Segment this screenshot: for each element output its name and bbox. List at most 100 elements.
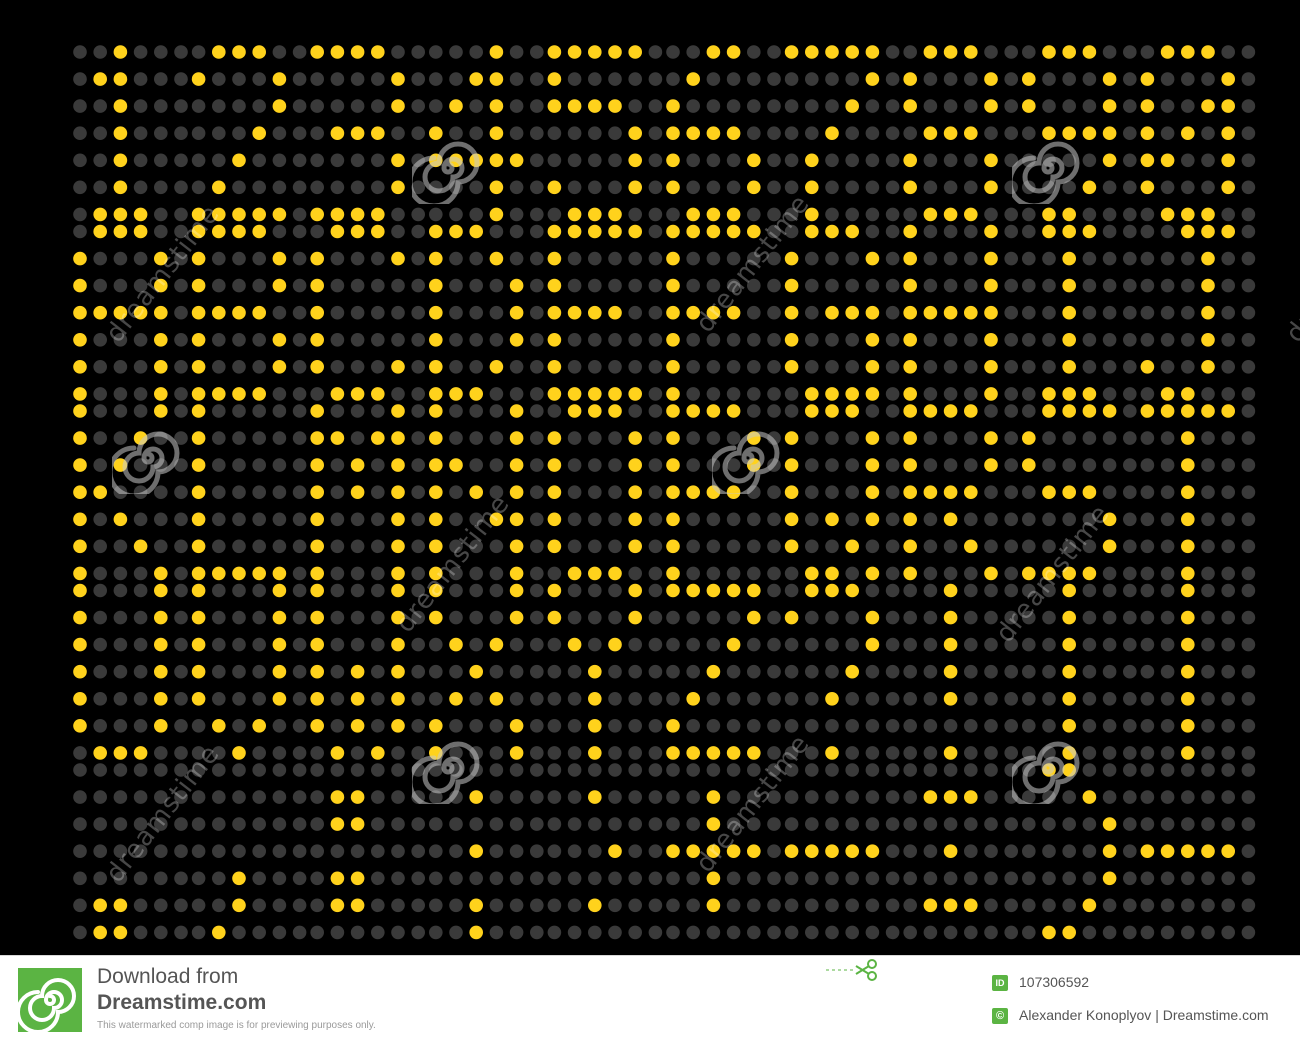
unlit-dot [133,458,148,472]
unlit-dot [411,360,426,374]
unlit-dot [608,746,622,760]
dreamstime-link[interactable]: Dreamstime.com [97,991,266,1015]
unlit-dot [767,333,781,347]
unlit-dot [530,898,544,913]
unlit-dot [845,485,859,500]
unlit-dot [805,925,819,940]
unlit-dot [330,485,345,500]
unlit-dot [1004,925,1018,940]
glyph-0-1 [191,45,307,222]
unlit-dot [784,637,799,652]
lit-dot [567,566,582,581]
unlit-dot [885,610,900,625]
unlit-dot [747,99,761,113]
lit-dot [666,224,680,239]
unlit-dot [93,763,107,777]
unlit-dot [964,431,978,445]
unlit-dot [113,404,128,418]
unlit-dot [1241,153,1256,168]
lit-dot [628,180,642,195]
unlit-dot [1241,485,1256,500]
unlit-dot [628,763,642,777]
lit-dot [805,45,819,59]
unlit-dot [628,898,642,913]
lit-dot [706,126,721,140]
unlit-dot [923,583,938,598]
unlit-dot [272,512,287,527]
unlit-dot [1201,925,1215,940]
lit-dot [706,871,721,886]
unlit-dot [73,844,87,858]
unlit-dot [1022,763,1036,777]
unlit-dot [330,251,345,266]
unlit-dot [588,458,602,472]
lit-dot [272,333,287,347]
unlit-dot [805,692,819,706]
lit-dot [310,45,325,59]
unlit-dot [191,153,206,168]
unlit-dot [330,719,345,733]
unlit-dot [648,404,663,418]
lit-dot [747,180,761,195]
unlit-dot [1022,664,1036,679]
lit-dot [984,153,998,168]
glyph-0-9 [1140,45,1256,222]
lit-dot [984,305,998,320]
lit-dot [489,692,504,706]
unlit-dot [371,790,385,804]
unlit-dot [923,692,938,706]
unlit-dot [154,458,168,472]
unlit-dot [530,539,544,554]
unlit-dot [292,404,307,418]
unlit-dot [212,404,226,418]
unlit-dot [964,360,978,374]
lit-dot [726,207,741,222]
unlit-dot [330,404,345,418]
unlit-dot [530,153,544,168]
unlit-dot [252,790,266,804]
unlit-dot [1022,305,1036,320]
unlit-dot [1181,72,1195,86]
unlit-dot [805,898,819,913]
lit-dot [73,485,87,500]
unlit-dot [567,278,582,293]
unlit-dot [1004,539,1018,554]
lit-dot [588,305,602,320]
unlit-dot [371,664,385,679]
lit-dot [805,404,819,418]
unlit-dot [784,790,799,804]
unlit-dot [1181,925,1195,940]
glyph-4-9 [1140,763,1256,940]
unlit-dot [1082,583,1097,598]
lit-dot [686,207,700,222]
lit-dot [1082,126,1097,140]
unlit-dot [547,126,562,140]
lit-dot [133,305,148,320]
lit-dot [1201,251,1215,266]
unlit-dot [648,746,663,760]
unlit-dot [747,790,761,804]
unlit-dot [330,278,345,293]
unlit-dot [1241,871,1256,886]
unlit-dot [489,431,504,445]
lit-dot [666,305,680,320]
unlit-dot [530,925,544,940]
unlit-dot [628,566,642,581]
unlit-dot [1004,126,1018,140]
unlit-dot [588,153,602,168]
lit-dot [825,126,839,140]
unlit-dot [174,844,188,858]
lit-dot [232,746,246,760]
unlit-dot [845,153,859,168]
unlit-dot [885,360,900,374]
lit-dot [666,719,680,733]
unlit-dot [666,610,680,625]
unlit-dot [292,207,307,222]
unlit-dot [805,746,819,760]
unlit-dot [567,583,582,598]
unlit-dot [93,637,107,652]
glyph-2-8 [1022,404,1137,581]
lit-dot [686,692,700,706]
unlit-dot [923,539,938,554]
unlit-dot [648,251,663,266]
